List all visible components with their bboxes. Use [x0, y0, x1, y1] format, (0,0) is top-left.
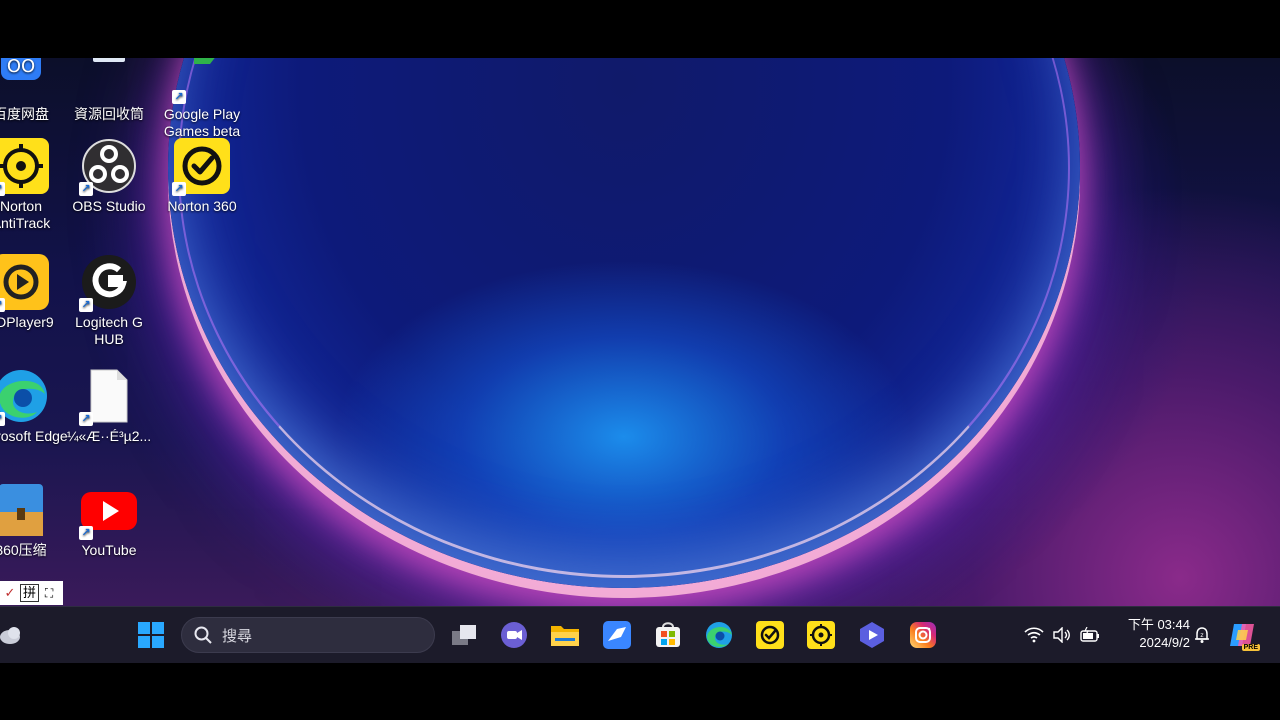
desktop-icon-label: Norton 360 — [167, 198, 237, 214]
desktop-icon-recycle-bin[interactable]: 資源回收筒 — [62, 58, 156, 123]
microsoft-store-icon[interactable] — [652, 619, 684, 651]
ime-indicator[interactable]: ✓ 拼 ⛶ — [0, 581, 63, 605]
360zip-icon — [0, 482, 49, 538]
clock-date: 2024/9/2 — [1139, 635, 1190, 650]
desktop-icon-logitech-g-hub[interactable]: ↗ Logitech G HUB — [62, 254, 156, 348]
desktop-icon-file-shortcut[interactable]: ↗ ¼«Æ··É³µ2... — [62, 368, 156, 445]
start-button-windows-icon[interactable] — [135, 619, 167, 651]
taskbar: 搜尋 下午 03:44 2024/9/2 z PRE — [0, 606, 1280, 663]
desktop-icon-obs-studio[interactable]: ↗ OBS Studio — [62, 138, 156, 215]
shortcut-arrow-icon: ↗ — [79, 412, 93, 426]
instagram-icon[interactable] — [907, 619, 939, 651]
shortcut-arrow-icon: ↗ — [0, 412, 5, 426]
notification-bell-icon[interactable]: z — [1190, 623, 1214, 647]
desktop-icon-label: ¼«Æ··É³µ2... — [66, 428, 152, 444]
ldplayer-icon: ↗ — [0, 254, 49, 312]
shortcut-arrow-icon: ↗ — [79, 182, 93, 196]
desktop-icon-label: 百度网盘 — [0, 106, 49, 122]
search-icon — [194, 626, 212, 644]
norton-360-taskbar-icon[interactable] — [754, 619, 786, 651]
shortcut-arrow-icon: ↗ — [172, 182, 186, 196]
norton-antitrack-icon: ↗ — [0, 138, 49, 196]
clipchamp-icon[interactable] — [856, 619, 888, 651]
desktop-icon-label: Microsoft Edge — [0, 428, 68, 444]
desktop-icon-label: Google Play Games beta — [163, 106, 241, 139]
shortcut-arrow-icon: ↗ — [79, 298, 93, 312]
copilot-icon[interactable]: PRE — [1228, 620, 1260, 651]
desktop-icon-google-play-games[interactable]: ↗ Google Play Games beta — [155, 58, 249, 140]
ime-fullscreen-icon: ⛶ — [44, 585, 54, 600]
ime-mode-label: 拼 — [20, 584, 40, 602]
teams-meet-icon[interactable] — [498, 619, 530, 651]
google-play-games-icon: ↗ — [172, 58, 230, 104]
desktop-icon-youtube[interactable]: ↗ YouTube — [62, 482, 156, 559]
desktop-icon-norton-antitrack[interactable]: ↗ Norton AntiTrack — [0, 138, 68, 232]
weather-icon[interactable] — [0, 619, 22, 651]
shortcut-arrow-icon: ↗ — [0, 298, 5, 312]
search-placeholder: 搜尋 — [222, 627, 253, 645]
volume-icon[interactable] — [1050, 623, 1074, 647]
ime-tool-icon: ✓ — [4, 585, 16, 600]
battery-charging-icon[interactable] — [1078, 623, 1102, 647]
file-explorer-icon[interactable] — [549, 619, 581, 651]
svg-text:z: z — [1200, 632, 1203, 639]
shortcut-arrow-icon: ↗ — [172, 90, 186, 104]
copilot-pre-badge: PRE — [1241, 644, 1260, 651]
wifi-icon[interactable] — [1022, 623, 1046, 647]
obs-studio-icon: ↗ — [79, 138, 137, 196]
edge-icon: ↗ — [0, 368, 49, 426]
desktop-icon-label: YouTube — [81, 542, 137, 558]
feishu-icon[interactable] — [601, 619, 633, 651]
norton-360-icon: ↗ — [172, 138, 230, 196]
desktop-icon-label: Logitech G HUB — [75, 314, 143, 347]
desktop-icon-label: 資源回收筒 — [74, 106, 144, 122]
desktop-icon-norton-360[interactable]: ↗ Norton 360 — [155, 138, 249, 215]
logitech-g-icon: ↗ — [79, 254, 137, 312]
desktop-icon-360zip[interactable]: 360压缩 — [0, 482, 68, 559]
clock-time: 下午 03:44 — [1127, 617, 1190, 632]
blank-file-icon: ↗ — [79, 368, 137, 426]
desktop-icon-microsoft-edge[interactable]: ↗ Microsoft Edge — [0, 368, 68, 445]
youtube-icon: ↗ — [79, 482, 137, 540]
system-clock[interactable]: 下午 03:44 2024/9/2 — [1112, 616, 1190, 652]
desktop-icon-ldplayer9[interactable]: ↗ LDPlayer9 — [0, 254, 68, 331]
edge-taskbar-icon[interactable] — [703, 619, 735, 651]
task-view-icon[interactable] — [448, 619, 480, 651]
norton-antitrack-taskbar-icon[interactable] — [805, 619, 837, 651]
shortcut-arrow-icon: ↗ — [79, 526, 93, 540]
svg-text:OO: OO — [7, 58, 35, 77]
recycle-bin-icon — [81, 58, 137, 102]
taskbar-search-box[interactable]: 搜尋 — [181, 617, 435, 653]
desktop-icon-label: OBS Studio — [72, 198, 146, 214]
desktop-wallpaper: OO 百度网盘 ↗ Norton AntiTrack ↗ LDPlayer9 ↗… — [0, 58, 1280, 606]
desktop-icon-label: 360压缩 — [0, 542, 47, 558]
shortcut-arrow-icon: ↗ — [0, 182, 5, 196]
baidu-netdisk-icon: OO — [0, 58, 49, 102]
desktop-icon-label: LDPlayer9 — [0, 314, 54, 330]
desktop-icon-baidu-netdisk[interactable]: OO 百度网盘 — [0, 58, 68, 123]
desktop-icon-label: Norton AntiTrack — [0, 198, 51, 231]
wallpaper-orb-rim — [178, 58, 1070, 578]
